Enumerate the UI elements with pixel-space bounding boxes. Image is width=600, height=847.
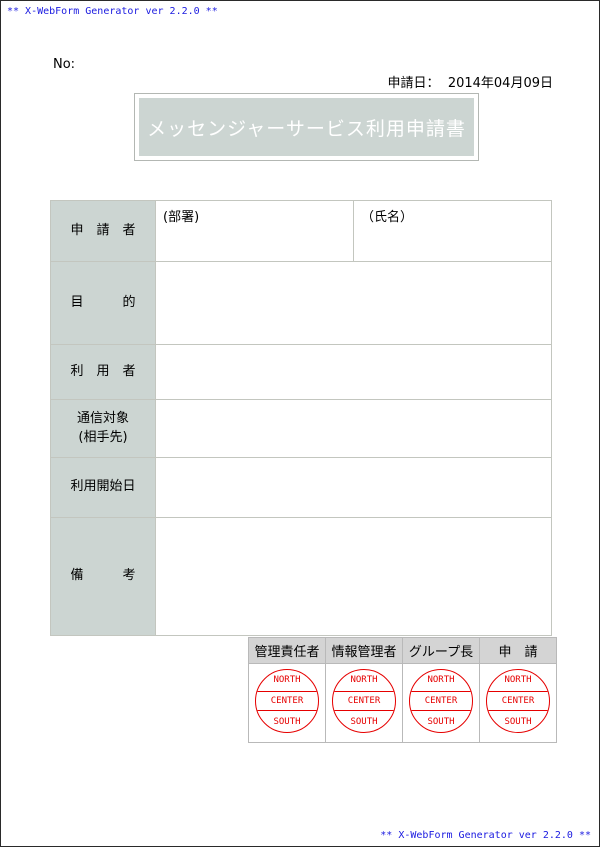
form-row-label-purpose: 目 的 [50,261,156,345]
generator-footer-banner: ** X-WebForm Generator ver 2.2.0 ** [380,830,591,841]
form-field-name[interactable]: （氏名） [353,200,552,262]
form-row-label-user: 利 用 者 [50,344,156,400]
stamp-line-top: NORTH [427,675,455,686]
approval-stamp-cell-group-leader[interactable]: NORTH CENTER SOUTH [402,663,480,743]
approval-stamp-row: NORTH CENTER SOUTH NORTH CENTER SOUTH NO… [248,663,557,743]
stamp-line-middle: CENTER [487,690,549,712]
document-meta-row: No: 申請日： 2014年04月09日 [1,57,599,91]
form-field-user[interactable] [155,344,552,400]
form-field-start-date[interactable] [155,457,552,518]
approval-stamp-icon: NORTH CENTER SOUTH [255,669,319,733]
application-form-table: 申 請 者 (部署) （氏名） 目 的 利 用 者 通信対象 (相手先) 利用開… [50,200,552,636]
form-page: ** X-WebForm Generator ver 2.2.0 ** No: … [0,0,600,847]
approval-stamp-icon: NORTH CENTER SOUTH [409,669,473,733]
table-row: 備 考 [50,517,552,636]
application-date-value: 2014年04月09日 [447,76,553,91]
form-field-department[interactable]: (部署) [155,200,354,262]
approval-stamp-icon: NORTH CENTER SOUTH [332,669,396,733]
stamp-line-bottom: SOUTH [427,716,455,727]
approval-header-row: 管理責任者 情報管理者 グループ長 申 請 [248,637,557,664]
document-title-plate-inner: メッセンジャーサービス利用申請書 [139,98,474,156]
approval-header-manager: 管理責任者 [248,637,326,664]
form-field-purpose[interactable] [155,261,552,345]
stamp-line-middle: CENTER [256,690,318,712]
document-number-label: No: [53,57,76,72]
approval-stamp-cell-manager[interactable]: NORTH CENTER SOUTH [248,663,326,743]
table-row: 申 請 者 (部署) （氏名） [50,200,552,262]
approval-stamp-icon: NORTH CENTER SOUTH [486,669,550,733]
form-field-target[interactable] [155,399,552,458]
stamp-line-top: NORTH [273,675,301,686]
generator-header-banner: ** X-WebForm Generator ver 2.2.0 ** [7,6,218,17]
page-title: メッセンジャーサービス利用申請書 [147,117,466,140]
form-field-remarks[interactable] [155,517,552,636]
form-row-label-start-date: 利用開始日 [50,457,156,518]
application-date-label: 申請日： [387,76,440,91]
approval-header-applicant: 申 請 [479,637,557,664]
form-row-label-remarks: 備 考 [50,517,156,636]
stamp-line-bottom: SOUTH [504,716,532,727]
form-row-label-applicant: 申 請 者 [50,200,156,262]
approval-stamp-cell-applicant[interactable]: NORTH CENTER SOUTH [479,663,557,743]
approval-stamp-cell-info-manager[interactable]: NORTH CENTER SOUTH [325,663,403,743]
stamp-line-middle: CENTER [333,690,395,712]
stamp-line-middle: CENTER [410,690,472,712]
table-row: 利 用 者 [50,344,552,400]
document-title-plate: メッセンジャーサービス利用申請書 [134,93,479,161]
table-row: 利用開始日 [50,457,552,518]
form-row-label-target: 通信対象 (相手先) [50,399,156,458]
approval-stamp-table: 管理責任者 情報管理者 グループ長 申 請 NORTH CENTER SOUTH… [248,637,557,743]
approval-header-info-manager: 情報管理者 [325,637,403,664]
stamp-line-bottom: SOUTH [350,716,378,727]
table-row: 目 的 [50,261,552,345]
table-row: 通信対象 (相手先) [50,399,552,458]
approval-header-group-leader: グループ長 [402,637,480,664]
stamp-line-bottom: SOUTH [273,716,301,727]
stamp-line-top: NORTH [350,675,378,686]
stamp-line-top: NORTH [504,675,532,686]
